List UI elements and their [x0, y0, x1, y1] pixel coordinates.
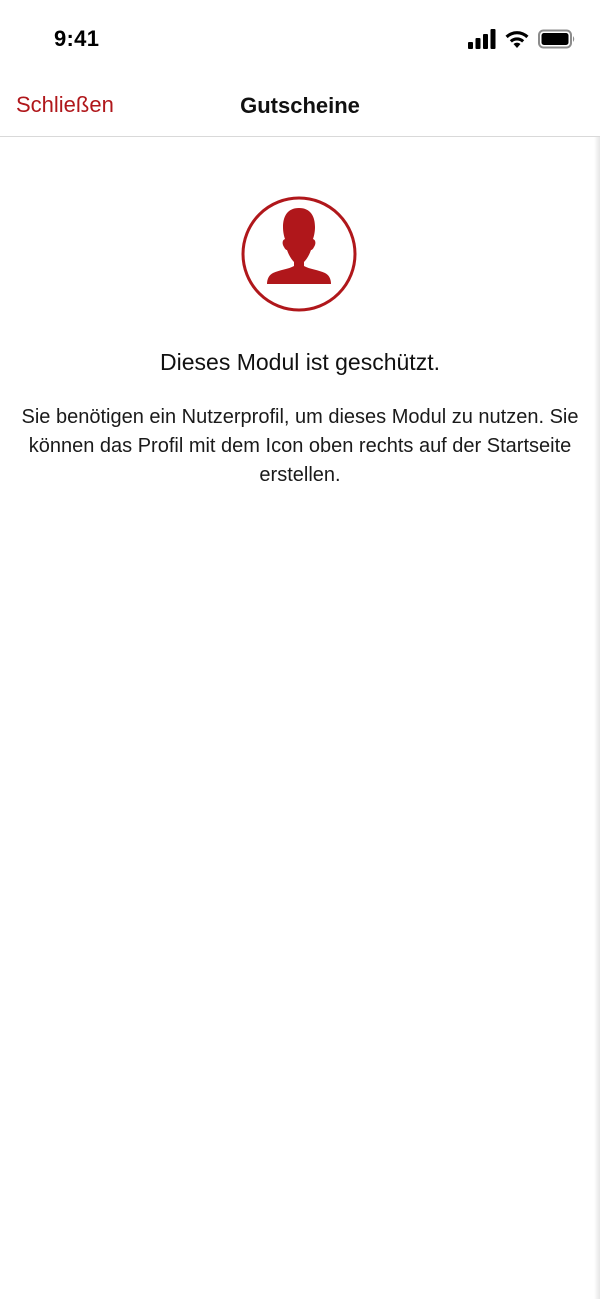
- protected-module-content: Dieses Modul ist geschützt. Sie benötige…: [0, 137, 600, 1299]
- navigation-bar: Schließen Gutscheine: [0, 78, 600, 137]
- user-profile-icon: [241, 196, 357, 312]
- status-icons: [468, 28, 576, 50]
- status-bar: 9:41: [0, 0, 600, 80]
- protected-heading: Dieses Modul ist geschützt.: [160, 349, 440, 375]
- cellular-signal-icon: [468, 29, 496, 49]
- scroll-indicator: [594, 137, 600, 1299]
- battery-icon: [538, 29, 575, 49]
- status-time: 9:41: [54, 26, 100, 51]
- wifi-icon: [505, 31, 529, 48]
- protected-message: Sie benötigen ein Nutzerprofil, um diese…: [21, 406, 579, 486]
- close-button[interactable]: Schließen: [16, 92, 114, 118]
